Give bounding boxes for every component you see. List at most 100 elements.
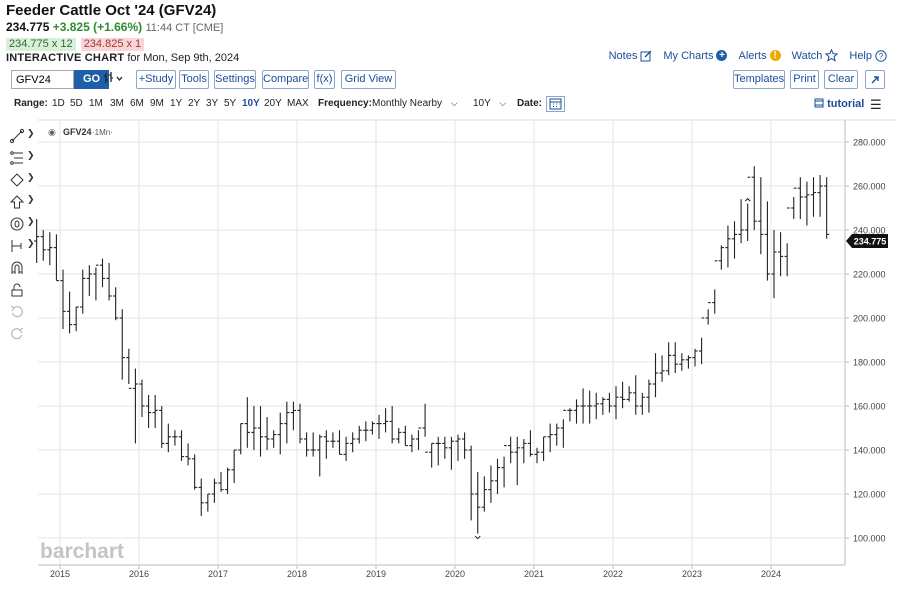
chevron-right-icon: ❯ xyxy=(27,172,35,182)
ohlc-bar xyxy=(567,408,573,422)
quote-line: 234.775 +3.825 (+1.66%) 11:44 CT [CME] xyxy=(6,20,239,36)
ohlc-bar xyxy=(494,458,501,494)
ohlc-bar xyxy=(363,421,369,442)
chevron-right-icon: ❯ xyxy=(27,194,35,204)
chevron-right-icon: ❯ xyxy=(27,150,35,160)
range-3y[interactable]: 3Y xyxy=(206,97,218,110)
period-select[interactable]: 10Y ⌵ xyxy=(473,97,506,110)
price-chart[interactable]: 100.000 120.000 140.000 160.000 180.000 200.0… xyxy=(0,0,907,600)
star-icon xyxy=(825,49,839,62)
measure-tool[interactable]: ❯ xyxy=(6,238,36,256)
chart-toolbar: GO +Study Tools Settings Compare f(x) Gr… xyxy=(11,70,887,90)
ohlc-bar xyxy=(402,425,408,447)
ohlc-bar xyxy=(47,232,53,266)
ohlc-bar xyxy=(165,423,171,453)
ohlc-bar xyxy=(80,269,86,314)
fx-button[interactable]: f(x) xyxy=(314,70,335,89)
eye-icon[interactable]: ◉ xyxy=(48,128,56,138)
fibonacci-tool[interactable]: ❯ xyxy=(6,150,36,168)
ohlc-bar xyxy=(626,386,632,402)
range-20y[interactable]: 20Y xyxy=(264,97,282,110)
ohlc-bar xyxy=(501,445,507,488)
lock-tool[interactable] xyxy=(6,282,36,300)
x-tick-label: 2015 xyxy=(50,569,70,579)
ohlc-bar xyxy=(804,181,810,226)
undo-tool[interactable] xyxy=(6,304,36,322)
bid-badge: 234.775 x 12 xyxy=(6,38,76,51)
magnet-tool[interactable] xyxy=(6,260,36,278)
ohlc-bar xyxy=(758,177,764,255)
ohlc-bar xyxy=(185,443,191,466)
settings-button[interactable]: Settings xyxy=(214,70,256,89)
bar-type-dropdown[interactable] xyxy=(102,71,126,88)
ohlc-bar xyxy=(198,478,204,516)
ohlc-bar xyxy=(271,430,277,448)
help-link[interactable]: Help ? xyxy=(849,49,887,62)
y-tick-label: 180.000 xyxy=(853,358,886,368)
ohlc-bar xyxy=(659,355,665,382)
date-picker-button[interactable] xyxy=(546,96,565,112)
x-tick-label: 2016 xyxy=(129,569,149,579)
study-button[interactable]: +Study xyxy=(136,70,176,89)
range-1m[interactable]: 1M xyxy=(89,97,103,110)
chart-grid xyxy=(38,119,897,569)
ohlc-bar xyxy=(376,414,382,439)
alerts-label: Alerts xyxy=(738,49,767,62)
line-tool[interactable]: ❯ xyxy=(6,128,36,146)
ohlc-bar xyxy=(560,409,566,448)
arrow-tool[interactable]: ❯ xyxy=(6,194,36,212)
print-button[interactable]: Print xyxy=(790,70,819,89)
ohlc-bar xyxy=(323,430,329,459)
shape-tool[interactable]: ❯ xyxy=(6,172,36,190)
last-price: 234.775 xyxy=(6,20,50,34)
compare-button[interactable]: Compare xyxy=(262,70,309,89)
range-1y[interactable]: 1Y xyxy=(170,97,182,110)
range-max[interactable]: MAX xyxy=(287,97,309,110)
range-9m[interactable]: 9M xyxy=(150,97,164,110)
range-1d[interactable]: 1D xyxy=(52,97,65,110)
chevron-down-icon: ⌵ xyxy=(450,98,458,108)
ohlc-bar xyxy=(119,309,125,380)
ohlc-bar xyxy=(139,379,145,417)
range-6m[interactable]: 6M xyxy=(130,97,144,110)
frequency-select[interactable]: Monthly Nearby ⌵ xyxy=(372,97,458,110)
barchart-watermark: barchart xyxy=(40,540,124,563)
watch-label: Watch xyxy=(791,49,823,62)
tutorial-link[interactable]: tutorial xyxy=(814,98,864,110)
redo-tool[interactable] xyxy=(6,326,36,344)
expand-icon xyxy=(871,76,879,84)
range-10y[interactable]: 10Y xyxy=(242,97,260,110)
alerts-link[interactable]: Alerts ! xyxy=(738,49,781,62)
price-change: +3.825 (+1.66%) xyxy=(52,20,143,34)
watch-link[interactable]: Watch xyxy=(792,49,839,62)
notes-link[interactable]: Notes xyxy=(609,49,653,62)
y-tick-label: 280.000 xyxy=(853,138,886,148)
menu-icon[interactable]: ☰ xyxy=(870,97,882,113)
expand-button[interactable] xyxy=(865,70,885,89)
range-2y[interactable]: 2Y xyxy=(188,97,200,110)
templates-button[interactable]: Templates xyxy=(733,70,785,89)
quote-header: Feeder Cattle Oct '24 (GFV24) 234.775 +3… xyxy=(6,2,239,65)
measure-icon xyxy=(11,240,22,252)
grid-view-button[interactable]: Grid View xyxy=(341,70,396,89)
x-tick-label: 2018 xyxy=(287,569,307,579)
tools-button[interactable]: Tools xyxy=(179,70,209,89)
y-tick-label: 120.000 xyxy=(853,490,886,500)
redo-icon xyxy=(11,327,24,340)
symbol-input[interactable] xyxy=(11,70,74,89)
ohlc-bar xyxy=(468,445,474,521)
range-bar: Range: 1D 5D 1M 3M 6M 9M 1Y 2Y 3Y 5Y 10Y… xyxy=(14,96,884,112)
chevron-right-icon: ❯ xyxy=(27,128,35,138)
mycharts-link[interactable]: My Charts + xyxy=(663,49,728,62)
ohlc-bar xyxy=(738,199,744,244)
annotation-icon xyxy=(10,217,24,231)
ohlc-bar xyxy=(435,436,441,466)
clear-button[interactable]: Clear xyxy=(824,70,858,89)
range-3m[interactable]: 3M xyxy=(110,97,124,110)
range-5d[interactable]: 5D xyxy=(70,97,83,110)
magnet-icon xyxy=(11,261,23,274)
annotation-tool[interactable]: ❯ xyxy=(6,216,36,234)
range-5y[interactable]: 5Y xyxy=(224,97,236,110)
y-tick-label: 260.000 xyxy=(853,182,886,192)
page-title: Feeder Cattle Oct '24 (GFV24) xyxy=(6,2,217,19)
